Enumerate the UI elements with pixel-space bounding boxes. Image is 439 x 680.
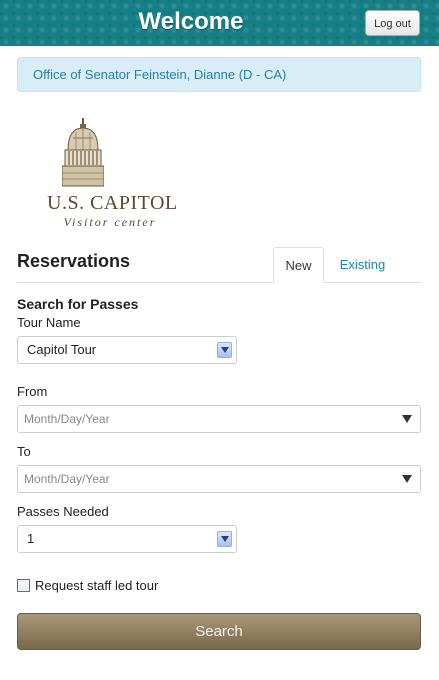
search-section-title: Search for Passes — [17, 296, 139, 312]
chevron-down-icon — [221, 536, 229, 542]
to-label: To — [17, 444, 31, 459]
from-date-select[interactable]: Month/Day/Year — [17, 405, 421, 433]
to-date-select[interactable]: Month/Day/Year — [17, 465, 421, 493]
caret-down-icon — [402, 415, 412, 423]
logo-line-2: Visitor center — [63, 215, 157, 229]
tab-existing[interactable]: Existing — [330, 247, 395, 283]
tour-name-value: Capitol Tour — [27, 342, 97, 357]
tour-name-label: Tour Name — [17, 315, 81, 330]
office-notice: Office of Senator Feinstein, Dianne (D -… — [17, 57, 421, 92]
capitol-logo: U.S. CAPITOL Visitor center — [47, 118, 178, 230]
tab-new[interactable]: New — [273, 247, 324, 283]
staff-tour-label[interactable]: Request staff led tour — [35, 578, 158, 593]
passes-value: 1 — [27, 531, 35, 546]
dropdown-button[interactable] — [217, 531, 232, 547]
capitol-dome-icon — [62, 118, 104, 187]
passes-select[interactable]: 1 — [17, 525, 237, 553]
logo-line-1: U.S. CAPITOL — [47, 192, 178, 214]
caret-down-icon — [402, 475, 412, 483]
tab-divider — [17, 282, 421, 283]
chevron-down-icon — [221, 347, 229, 353]
staff-tour-checkbox[interactable] — [17, 579, 30, 592]
from-label: From — [17, 384, 48, 399]
page-title: Welcome — [138, 8, 244, 35]
search-button[interactable]: Search — [17, 613, 421, 650]
logout-button[interactable]: Log out — [365, 10, 420, 36]
from-placeholder: Month/Day/Year — [24, 412, 110, 426]
tour-name-select[interactable]: Capitol Tour — [17, 336, 237, 364]
passes-label: Passes Needed — [17, 504, 109, 519]
reservations-title: Reservations — [17, 251, 131, 271]
dropdown-button[interactable] — [217, 342, 232, 358]
to-placeholder: Month/Day/Year — [24, 472, 110, 486]
app-header: Welcome Log out — [0, 0, 439, 46]
